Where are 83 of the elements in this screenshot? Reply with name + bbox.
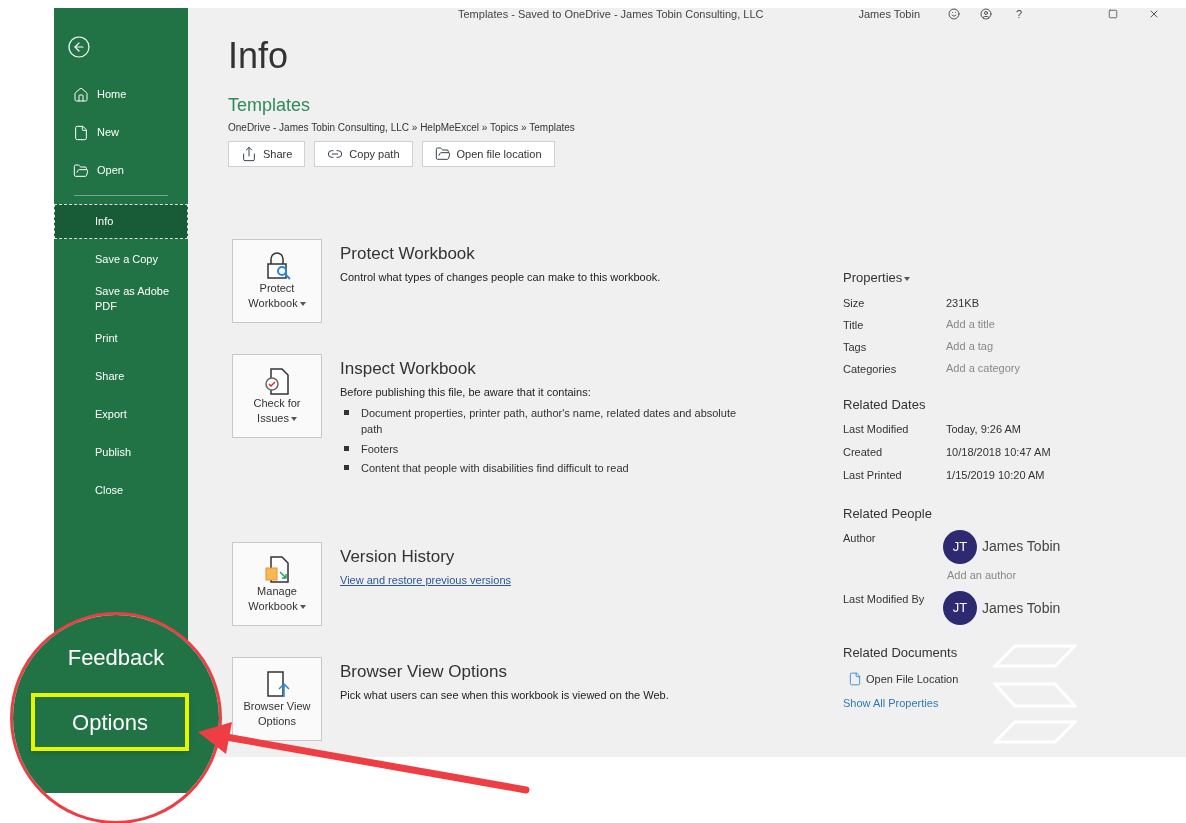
callout-menu-item[interactable]: Options [31,693,189,751]
property-value: 231KB [946,295,980,311]
date-value: 10/18/2018 10:47 AM [946,445,1051,460]
property-input[interactable]: Add a tag [946,338,1096,354]
person-icon[interactable] [980,8,993,20]
person-name: James Tobin [982,537,1061,556]
bullet-text: Footers [361,441,399,457]
smiley-icon[interactable] [948,8,961,20]
sidebar-item[interactable]: Publish [54,435,188,470]
avatar: JT [943,529,977,564]
property-label: Title [843,317,865,333]
caret-icon [299,604,306,609]
property-input[interactable]: Add a title [946,316,1096,332]
help-button[interactable]: ? [1016,5,1023,23]
bullet-icon [344,409,349,415]
person-role: Author [843,530,877,546]
section-description: Control what types of changes people can make to this workbook. [340,270,661,285]
bullet-text: Content that people with disabilities find difficult to read [361,461,629,476]
window-title: Templates - Saved to OneDrive - James Tobin Consulting, LLC [458,6,764,22]
folder-icon [434,146,451,162]
caret-icon [290,417,297,422]
bullet-icon [344,465,349,470]
sidebar-item[interactable]: Open [54,153,188,188]
properties-heading[interactable]: Properties [843,268,1143,288]
property-label: Categories [843,361,898,377]
date-label: Created [843,445,884,460]
document-folder-icon [262,553,292,584]
section-button[interactable]: Protect Workbook [232,239,322,323]
section-description: Pick what users can see when this workbook is viewed on the Web. [340,687,669,703]
date-value: 1/15/2019 10:20 AM [946,468,1045,483]
section-description: Before publishing this file, be aware that it contains: [340,385,592,400]
add-author-input[interactable]: Add an author [947,566,1061,583]
property-label: Size [843,295,866,311]
folder-icon [73,162,89,179]
document-check-icon [262,366,292,396]
bullet-text: Document properties, printer path, author's name, related dates and absolute path [361,405,738,437]
home-icon [73,86,89,103]
section-title: Browser View Options [340,660,508,683]
section-title: Version History [340,545,456,568]
section-title: Inspect Workbook [340,358,477,380]
action-button[interactable]: Open file location [421,141,555,167]
action-button[interactable]: Copy path [314,141,413,167]
file-name: Templates [228,94,312,116]
sidebar-item[interactable]: New [54,115,188,150]
share-icon [241,146,257,162]
page-heading: Info [228,34,290,78]
person-name: James Tobin [982,598,1061,618]
maximize-icon[interactable] [1108,9,1119,19]
section-heading: Related Dates [843,395,927,414]
caret-icon [904,276,911,281]
callout-menu-item[interactable]: Feedback [37,635,195,679]
property-label: Tags [843,339,868,355]
section-button[interactable]: Manage Workbook [232,541,322,626]
section-button[interactable]: Browser View Options [232,656,322,741]
version-history-link[interactable]: View and restore previous versions [340,571,511,588]
date-label: Last Printed [843,468,903,483]
sidebar-item[interactable]: Export [54,397,188,432]
person-role: Last Modified By [843,592,926,607]
sidebar-item[interactable]: Share [54,359,188,394]
sidebar-item[interactable]: Info [54,204,188,239]
back-icon[interactable] [67,35,91,59]
section-heading: Related People [843,505,933,523]
file-icon [848,671,862,686]
section-title: Protect Workbook [340,243,476,265]
show-all-properties-link[interactable]: Show All Properties [843,695,939,712]
action-button[interactable]: Share [228,141,306,167]
sidebar-item[interactable]: Close [54,473,188,508]
section-button[interactable]: Check for Issues [232,354,322,438]
bullet-icon [344,445,349,451]
avatar: JT [943,591,977,625]
section-heading: Related Documents [843,644,959,662]
user-name: James Tobin [858,6,921,22]
file-path: OneDrive - James Tobin Consulting, LLC » HelpMeExcel » Topics » Templates [228,121,576,135]
date-value: Today, 9:26 AM [946,422,1021,437]
date-label: Last Modified [843,422,910,437]
open-location-link[interactable]: Open File Location [848,670,1143,687]
sidebar-item[interactable]: Home [54,77,188,112]
sidebar-item[interactable]: Save as Adobe PDF [54,280,188,318]
sidebar-item[interactable]: Print [54,321,188,356]
property-input[interactable]: Add a category [946,360,1096,376]
caret-icon [299,302,306,307]
file-icon [73,124,89,141]
sidebar-item[interactable]: Save a Copy [54,242,188,277]
